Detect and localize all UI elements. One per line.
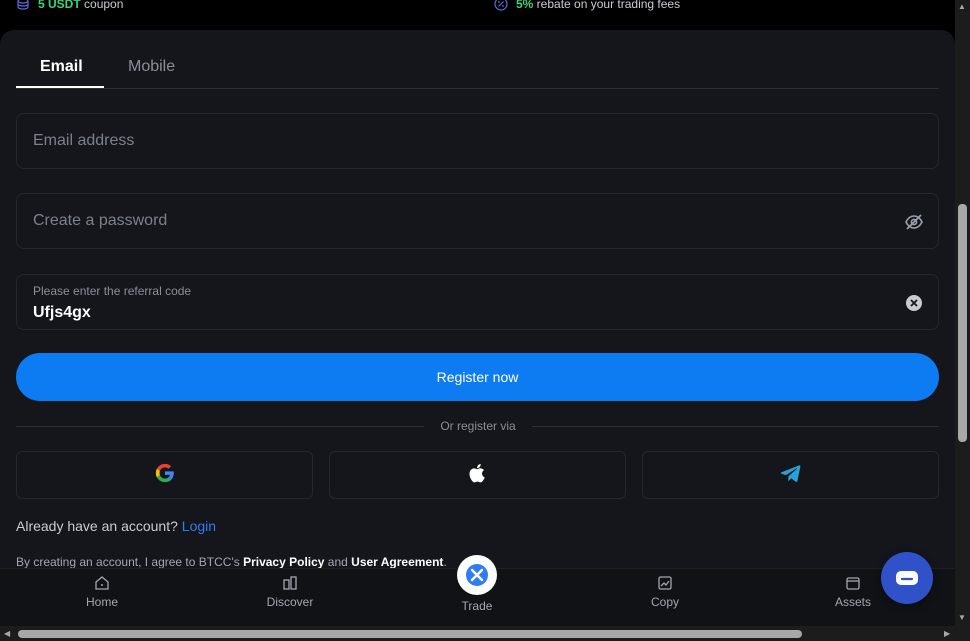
login-link[interactable]: Login — [182, 518, 216, 534]
register-button[interactable]: Register now — [16, 353, 939, 401]
user-agreement-link[interactable]: User Agreement — [351, 555, 443, 569]
nav-trade-label: Trade — [461, 599, 493, 613]
referral-label: Please enter the referral code — [33, 284, 192, 298]
wallet-icon — [846, 577, 860, 590]
scroll-right-arrow[interactable]: ▶ — [944, 629, 950, 638]
horizontal-scroll-thumb[interactable] — [18, 630, 802, 638]
terms-and: and — [324, 555, 352, 569]
tab-mobile[interactable]: Mobile — [128, 58, 175, 76]
privacy-policy-link[interactable]: Privacy Policy — [243, 555, 324, 569]
nav-assets-label: Assets — [834, 595, 871, 609]
scroll-up-arrow[interactable]: ▲ — [958, 2, 966, 11]
nav-copy-label: Copy — [650, 595, 679, 609]
nav-discover[interactable]: Discover — [240, 575, 340, 609]
terms-suffix: . — [443, 555, 447, 569]
nav-home-label: Home — [85, 595, 118, 609]
have-account-row: Already have an account? Login — [16, 518, 216, 534]
chat-icon — [896, 571, 918, 585]
coupon-amount: 5 USDT — [38, 0, 81, 11]
rebate-percent: 5% — [516, 0, 534, 11]
password-field — [16, 193, 939, 249]
copy-icon — [658, 576, 672, 590]
rebate-text: rebate on your trading fees — [533, 0, 681, 11]
trade-button[interactable] — [457, 555, 497, 595]
scroll-left-arrow[interactable]: ◀ — [4, 629, 10, 638]
coupon-text: coupon — [80, 0, 124, 11]
vertical-scroll-thumb[interactable] — [958, 204, 967, 442]
password-input[interactable] — [33, 194, 893, 248]
home-icon — [95, 576, 109, 590]
google-icon — [154, 462, 176, 489]
nav-discover-label: Discover — [266, 595, 314, 609]
coupon-promo: 5 USDT coupon — [16, 0, 123, 11]
promo-strip: 5 USDT coupon 5% rebate on your trading … — [0, 0, 955, 30]
clear-icon[interactable] — [904, 293, 924, 313]
nav-home[interactable]: Home — [52, 575, 152, 609]
or-register-via: Or register via — [424, 419, 532, 433]
apple-register-button[interactable] — [329, 451, 626, 499]
have-account-text: Already have an account? — [16, 518, 178, 534]
telegram-register-button[interactable] — [642, 451, 939, 499]
discover-icon — [283, 576, 297, 590]
nav-trade[interactable]: Trade — [427, 599, 527, 613]
referral-field: Please enter the referral code Ufjs4gx — [16, 274, 939, 330]
coins-icon — [16, 0, 30, 11]
telegram-icon — [779, 461, 803, 490]
trade-icon — [466, 564, 488, 586]
page: 5 USDT coupon 5% rebate on your trading … — [0, 0, 970, 641]
rebate-promo: 5% rebate on your trading fees — [494, 0, 680, 11]
google-register-button[interactable] — [16, 451, 313, 499]
tab-bar: Email Mobile — [16, 48, 939, 89]
nav-copy[interactable]: Copy — [615, 575, 715, 609]
referral-code-input[interactable]: Ufjs4gx — [33, 304, 91, 322]
bottom-nav: Home Discover Trade Copy Assets — [0, 555, 955, 626]
active-tab-indicator — [16, 86, 104, 88]
email-field — [16, 113, 939, 169]
terms-prefix: By creating an account, I agree to BTCC'… — [16, 555, 244, 569]
chat-support-button[interactable] — [881, 552, 933, 604]
eye-off-icon[interactable] — [904, 212, 924, 232]
terms-text: By creating an account, I agree to BTCC'… — [16, 555, 447, 569]
apple-icon — [467, 462, 489, 489]
register-card: Email Mobile Please enter the referral c… — [0, 30, 955, 570]
email-input[interactable] — [33, 114, 893, 168]
percent-badge-icon — [494, 0, 508, 11]
scroll-down-arrow[interactable]: ▼ — [958, 613, 966, 622]
tab-email[interactable]: Email — [40, 58, 83, 76]
